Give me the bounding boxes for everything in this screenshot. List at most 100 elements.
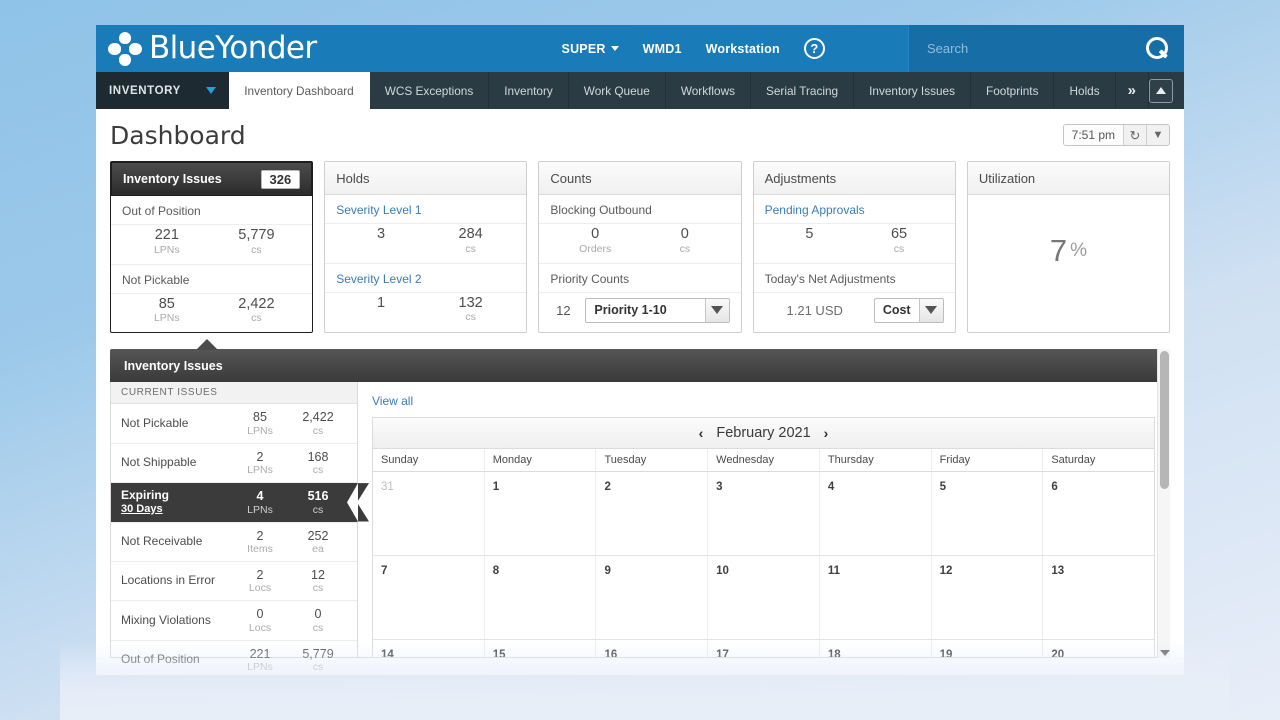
calendar-day-cell[interactable]: 9	[596, 556, 709, 640]
day-name-monday: Monday	[485, 449, 597, 472]
search-icon[interactable]	[1144, 36, 1170, 62]
day-number: 6	[1051, 481, 1058, 494]
calendar-day-cell[interactable]: 8	[485, 556, 597, 640]
adjustment-basis-select[interactable]: Cost	[873, 297, 944, 323]
status-badge: 326	[260, 169, 301, 189]
metric: 2,422 cs	[212, 296, 302, 325]
calendar-day-cell[interactable]: 15	[485, 640, 597, 658]
calendar-day-cell[interactable]: 2	[596, 472, 709, 556]
calendar-day-cell[interactable]: 20	[1043, 640, 1154, 657]
view-all-link[interactable]: View all	[372, 394, 413, 408]
calendar: ‹ February 2021 › Sunday Monday Tuesday …	[372, 417, 1155, 658]
scrollbar-thumb[interactable]	[1160, 351, 1169, 490]
calendar-day-names: Sunday Monday Tuesday Wednesday Thursday…	[373, 449, 1154, 473]
calendar-day-cell[interactable]: 4	[820, 472, 932, 556]
issue-name: Expiring 30 Days	[121, 488, 231, 516]
list-item[interactable]: Out of Position 221 LPNs 5,779 cs	[111, 641, 357, 675]
card-title: Utilization	[978, 170, 1036, 186]
tab-work-queue[interactable]: Work Queue	[569, 72, 666, 109]
calendar-day-cell[interactable]: 19	[932, 640, 1044, 658]
page-content: Dashboard 7:51 pm ↻ ▼ Inventory Issues 3…	[96, 109, 1184, 675]
calendar-day-cell[interactable]: 10	[708, 556, 820, 640]
calendar-day-cell[interactable]: 7	[373, 556, 485, 640]
panel-header: Inventory Issues	[110, 339, 1170, 383]
metric-unit: cs	[251, 312, 262, 325]
tab-inventory-dashboard[interactable]: Inventory Dashboard	[229, 72, 370, 109]
section-link-pending-approvals[interactable]: Pending Approvals	[753, 195, 955, 224]
list-item[interactable]: Not Receivable 2 Items 252 ea	[111, 523, 357, 562]
issue-metric-2: 168 cs	[289, 450, 347, 476]
chevron-left-icon[interactable]: ‹	[699, 425, 704, 441]
issue-name-sublabel[interactable]: 30 Days	[121, 503, 231, 516]
calendar-week: 31 1 2 3 4 5 6	[373, 472, 1154, 557]
day-name-friday: Friday	[932, 449, 1044, 472]
tab-serial-tracing[interactable]: Serial Tracing	[751, 72, 855, 109]
net-adjustment-amount: 1.21 USD	[786, 302, 843, 318]
priority-range-select[interactable]: Priority 1-10	[585, 297, 730, 323]
calendar-day-cell[interactable]: 11	[820, 556, 932, 640]
section-link-severity-level-1[interactable]: Severity Level 1	[325, 195, 527, 224]
calendar-day-cell[interactable]: 13	[1043, 556, 1154, 639]
metric-value: 0	[680, 226, 689, 242]
calendar-day-cell[interactable]: 17	[708, 640, 820, 658]
calendar-day-cell[interactable]: 16 1	[596, 640, 709, 658]
metric: 1	[336, 295, 426, 324]
workstation-label[interactable]: Workstation	[706, 42, 780, 56]
utilization-value-block: 7 %	[968, 195, 1169, 307]
tab-wcs-exceptions[interactable]: WCS Exceptions	[370, 72, 490, 109]
section-link-severity-level-2[interactable]: Severity Level 2	[325, 264, 527, 293]
list-item[interactable]: Mixing Violations 0 Locs 0 cs	[111, 601, 357, 641]
metric-unit: cs	[465, 242, 476, 255]
section-values: 1 132 cs	[325, 293, 526, 332]
issue-name: Locations in Error	[121, 573, 216, 588]
card-title: Adjustments	[764, 170, 837, 186]
tab-workflows[interactable]: Workflows	[666, 72, 751, 109]
caret-down-icon[interactable]: ▼	[1146, 125, 1169, 145]
site-label[interactable]: WMD1	[643, 42, 682, 56]
tabs-overflow-button[interactable]: »	[1116, 72, 1149, 109]
scroll-down-icon[interactable]	[1160, 650, 1170, 657]
chevron-right-icon[interactable]: ›	[824, 425, 829, 441]
metric-value: 2,422	[238, 295, 275, 312]
metric: 5,779 cs	[212, 227, 302, 256]
collapse-up-icon[interactable]	[1149, 78, 1173, 103]
calendar-event-count[interactable]: 1	[646, 654, 653, 657]
metric: 132 cs	[426, 295, 516, 324]
list-item[interactable]: Locations in Error 2 Locs 12 cs	[111, 562, 357, 602]
calendar-day-cell[interactable]: 18	[820, 640, 932, 658]
vertical-scrollbar[interactable]	[1157, 349, 1170, 659]
day-number: 5	[939, 481, 946, 494]
module-selector[interactable]: INVENTORY	[96, 72, 230, 109]
tab-inventory-issues[interactable]: Inventory Issues	[854, 72, 972, 109]
calendar-day-cell[interactable]: 12	[932, 556, 1044, 640]
section-values: 0 Orders 0 cs	[539, 224, 741, 264]
calendar-day-cell[interactable]: 6	[1043, 472, 1154, 555]
brand-logo[interactable]: BlueYonder	[96, 31, 317, 66]
metric-unit: cs	[312, 661, 324, 674]
adjustment-basis-select-value: Cost	[882, 303, 911, 318]
calendar-day-cell[interactable]: 31	[373, 472, 485, 556]
tab-holds[interactable]: Holds	[1054, 72, 1116, 109]
metric-value: 516	[307, 489, 329, 504]
calendar-day-cell[interactable]: 3	[708, 472, 820, 556]
calendar-day-cell[interactable]: 5	[932, 472, 1044, 556]
current-time: 7:51 pm	[1063, 125, 1123, 145]
refresh-icon[interactable]: ↻	[1123, 125, 1146, 145]
application-window: BlueYonder SUPER WMD1 Workstation ? INVE…	[96, 25, 1184, 675]
list-item[interactable]: Not Pickable 85 LPNs 2,422 cs	[111, 404, 357, 444]
list-item-selected[interactable]: Expiring 30 Days 4 LPNs 516 cs	[111, 483, 369, 523]
metric: 0 cs	[640, 226, 730, 255]
calendar-day-cell[interactable]: 14	[373, 640, 485, 658]
panel-body: CURRENT ISSUES Not Pickable 85 LPNs 2,42…	[110, 349, 1170, 673]
metric-unit: cs	[312, 621, 324, 634]
user-menu[interactable]: SUPER	[562, 42, 619, 56]
card-title: Holds	[336, 170, 370, 186]
list-item[interactable]: Not Shippable 2 LPNs 168 cs	[111, 444, 357, 484]
calendar-day-cell[interactable]: 1	[485, 472, 597, 556]
kpi-card-row: Inventory Issues 326 Out of Position 221…	[110, 161, 1171, 334]
tab-inventory[interactable]: Inventory	[489, 72, 569, 109]
metric-value: 85	[158, 295, 175, 312]
search-input[interactable]	[927, 41, 1144, 56]
question-mark-circle-icon[interactable]: ?	[803, 38, 825, 59]
tab-footprints[interactable]: Footprints	[971, 72, 1055, 109]
